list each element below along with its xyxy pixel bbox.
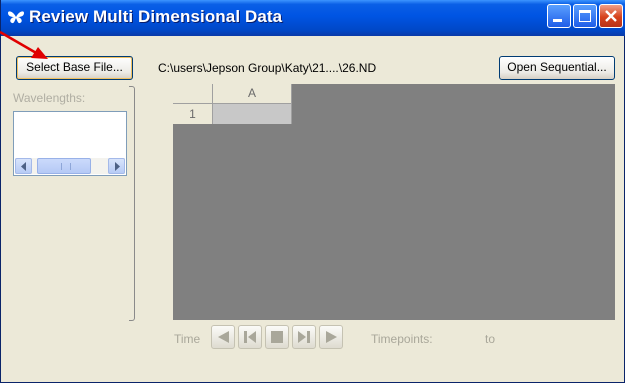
play-button[interactable] — [319, 325, 343, 349]
step-forward-icon — [298, 331, 310, 343]
chevron-left-icon — [21, 162, 26, 171]
window-title: Review Multi Dimensional Data — [29, 7, 283, 26]
file-path-label: C:\users\Jepson Group\Katy\21....\26.ND — [158, 61, 377, 75]
timepoints-label: Timepoints: — [371, 332, 433, 346]
first-frame-icon — [218, 331, 229, 343]
column-header[interactable]: A — [213, 84, 292, 104]
wavelengths-listbox[interactable] — [13, 111, 127, 176]
maximize-icon — [579, 10, 591, 22]
horizontal-scrollbar[interactable] — [15, 158, 125, 174]
scroll-left-button[interactable] — [15, 158, 32, 174]
minimize-button[interactable] — [547, 4, 571, 28]
time-label: Time — [174, 332, 201, 346]
scroll-right-button[interactable] — [108, 158, 125, 174]
stop-button[interactable] — [265, 325, 289, 349]
grid-corner[interactable] — [173, 84, 213, 104]
to-label: to — [485, 332, 496, 346]
close-button[interactable] — [599, 4, 623, 28]
stop-icon — [271, 331, 283, 343]
play-icon — [326, 331, 337, 343]
step-back-button[interactable] — [238, 325, 262, 349]
wavelengths-label: Wavelengths: — [13, 91, 86, 105]
step-back-icon — [244, 331, 256, 343]
annotation-arrow — [0, 30, 48, 59]
row-header[interactable]: 1 — [173, 104, 213, 124]
open-sequential-button[interactable]: Open Sequential... — [499, 56, 615, 80]
title-bar[interactable]: Review Multi Dimensional Data — [1, 0, 625, 36]
wavelengths-group-bracket — [129, 86, 135, 321]
first-frame-button[interactable] — [211, 325, 235, 349]
maximize-button[interactable] — [573, 4, 597, 28]
step-forward-button[interactable] — [292, 325, 316, 349]
chevron-right-icon — [115, 162, 120, 171]
scroll-thumb[interactable] — [37, 158, 91, 174]
butterfly-icon — [7, 9, 25, 25]
grip-icon — [61, 163, 71, 170]
close-icon — [604, 9, 618, 28]
main-window: Review Multi Dimensional Data Select Bas… — [0, 0, 625, 383]
minimize-icon — [553, 19, 562, 22]
data-grid[interactable]: A 1 — [173, 84, 615, 320]
grid-cell[interactable] — [213, 104, 292, 124]
